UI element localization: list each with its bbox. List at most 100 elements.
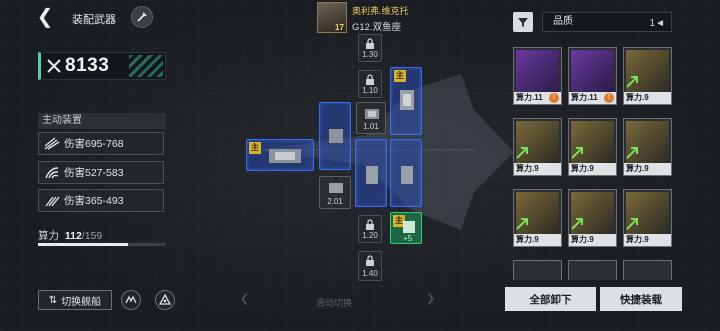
claw-icon: [45, 166, 59, 178]
locked-slot[interactable]: 1.10: [358, 70, 382, 98]
filter-button[interactable]: [513, 12, 533, 32]
calc-power-total: 159: [84, 230, 103, 242]
calc-power-title: 算力: [38, 230, 59, 242]
pilot-level: 17: [335, 23, 344, 32]
weapon-card[interactable]: 算力.9: [623, 47, 672, 105]
swap-icon: ⇅: [48, 294, 58, 306]
formation-button[interactable]: [155, 290, 175, 310]
weapon-card[interactable]: 算力.11 !: [568, 47, 617, 105]
equipped-slot[interactable]: 1.01: [356, 102, 386, 134]
equipped-slot[interactable]: 2.01: [319, 176, 351, 209]
active-devices-label: 主动装置: [38, 113, 166, 129]
weapon-icon: [403, 221, 415, 233]
weapon-card-label: 算力.9: [624, 163, 671, 175]
back-button[interactable]: ❮: [34, 6, 56, 28]
weapon-card-label: 算力.9: [514, 234, 561, 246]
calc-power-bar: [38, 243, 166, 246]
power-stripe-decoration: [129, 55, 163, 77]
missile-icon: [44, 136, 60, 150]
lock-icon: [366, 38, 374, 49]
weapon-slot[interactable]: 主: [390, 67, 422, 135]
warning-badge: !: [604, 93, 614, 103]
main-tag: 主: [249, 142, 261, 154]
lock-icon: [366, 255, 374, 266]
page-title: 装配武器: [72, 14, 116, 26]
upgrade-arrow-icon: [626, 218, 638, 230]
upgrade-arrow-icon: [516, 147, 528, 159]
damage-text: 伤害365-493: [64, 195, 124, 207]
damage-row: 伤害695-768: [38, 132, 164, 155]
cannon-icon: [45, 196, 60, 206]
locked-slot[interactable]: 1.40: [358, 251, 382, 281]
weapon-slot[interactable]: 主: [246, 139, 314, 171]
quality-sort-select[interactable]: 品质 1◄: [542, 12, 672, 32]
switch-ship-button[interactable]: ⇅ 切换舰船: [38, 290, 112, 310]
damage-text: 伤害527-583: [64, 167, 124, 179]
calc-power-label: 算力 112/159: [38, 228, 102, 243]
warning-badge: !: [549, 93, 559, 103]
weapon-card[interactable]: 算力.11 !: [513, 47, 562, 105]
edit-icon-button[interactable]: [131, 6, 153, 28]
slot-cost: 1.20: [362, 231, 378, 240]
weapon-card[interactable]: 算力.9: [623, 118, 672, 176]
weapon-card-partial[interactable]: [513, 260, 562, 280]
unload-all-button[interactable]: 全部卸下: [505, 287, 596, 311]
slot-cost: 1.30: [362, 50, 378, 59]
fleet-button[interactable]: [121, 290, 141, 310]
quality-label: 品质: [553, 16, 573, 27]
slot-cost: 1.10: [362, 86, 378, 95]
sort-order-icon[interactable]: 1◄: [650, 15, 665, 33]
weapon-icon: [365, 109, 379, 119]
upgrade-arrow-icon: [626, 76, 638, 88]
slot-cost: 1.40: [362, 269, 378, 278]
locked-slot[interactable]: 1.30: [358, 34, 382, 62]
pilot-ship-name: G12.双鱼座: [352, 22, 402, 33]
switch-ship-label: 切换舰船: [61, 296, 102, 308]
weapon-card[interactable]: 算力.9: [513, 118, 562, 176]
weapon-card-partial[interactable]: [623, 260, 672, 280]
upgrade-level: +5: [403, 234, 413, 243]
locked-slot[interactable]: 1.20: [358, 215, 382, 243]
slide-left-icon[interactable]: ❮: [240, 292, 249, 305]
combat-power-box: 8133: [38, 52, 166, 80]
weapon-slot[interactable]: [390, 139, 422, 207]
fleet-icon: [125, 295, 137, 304]
damage-row: 伤害365-493: [38, 189, 164, 212]
weapon-slot[interactable]: 主 +5: [390, 212, 422, 244]
triangle-icon: [159, 294, 171, 305]
slide-right-icon[interactable]: ❯: [426, 292, 435, 305]
weapon-card-label: 算力.9: [624, 234, 671, 246]
pilot-name: 奥利弗.维克托: [352, 6, 409, 16]
weapon-card-label: 算力.9: [624, 92, 671, 104]
main-tag: 主: [394, 70, 406, 82]
weapon-card[interactable]: 算力.9: [568, 189, 617, 247]
weapon-card-label: 算力.9: [569, 234, 616, 246]
upgrade-arrow-icon: [571, 147, 583, 159]
weapon-slot[interactable]: [319, 102, 351, 170]
weapon-card-art: [516, 50, 559, 92]
weapon-icon: [329, 183, 343, 193]
weapon-icon: [366, 166, 378, 184]
damage-text: 伤害695-768: [64, 138, 124, 150]
weapon-card[interactable]: 算力.9: [513, 189, 562, 247]
slot-cost: 1.01: [363, 122, 379, 131]
weapon-card-partial[interactable]: [568, 260, 617, 280]
slot-cost: 2.01: [327, 197, 343, 206]
quick-equip-button[interactable]: 快捷装载: [600, 287, 682, 311]
lock-icon: [366, 219, 374, 230]
weapon-card[interactable]: 算力.9: [568, 118, 617, 176]
calc-power-current: 112: [64, 230, 82, 242]
filter-icon: [518, 18, 528, 27]
weapon-slot[interactable]: [355, 139, 387, 207]
combat-power-value: 8133: [65, 55, 110, 76]
weapon-card-art: [571, 50, 614, 92]
weapon-icon: [329, 129, 343, 143]
weapon-card-label: 算力.9: [569, 163, 616, 175]
weapon-icon: [269, 149, 301, 163]
wrench-icon: [137, 12, 147, 22]
damage-row: 伤害527-583: [38, 161, 164, 184]
crossed-swords-icon: [47, 59, 61, 73]
weapon-card[interactable]: 算力.9: [623, 189, 672, 247]
weapon-icon: [400, 90, 414, 110]
weapon-icon: [401, 166, 413, 184]
